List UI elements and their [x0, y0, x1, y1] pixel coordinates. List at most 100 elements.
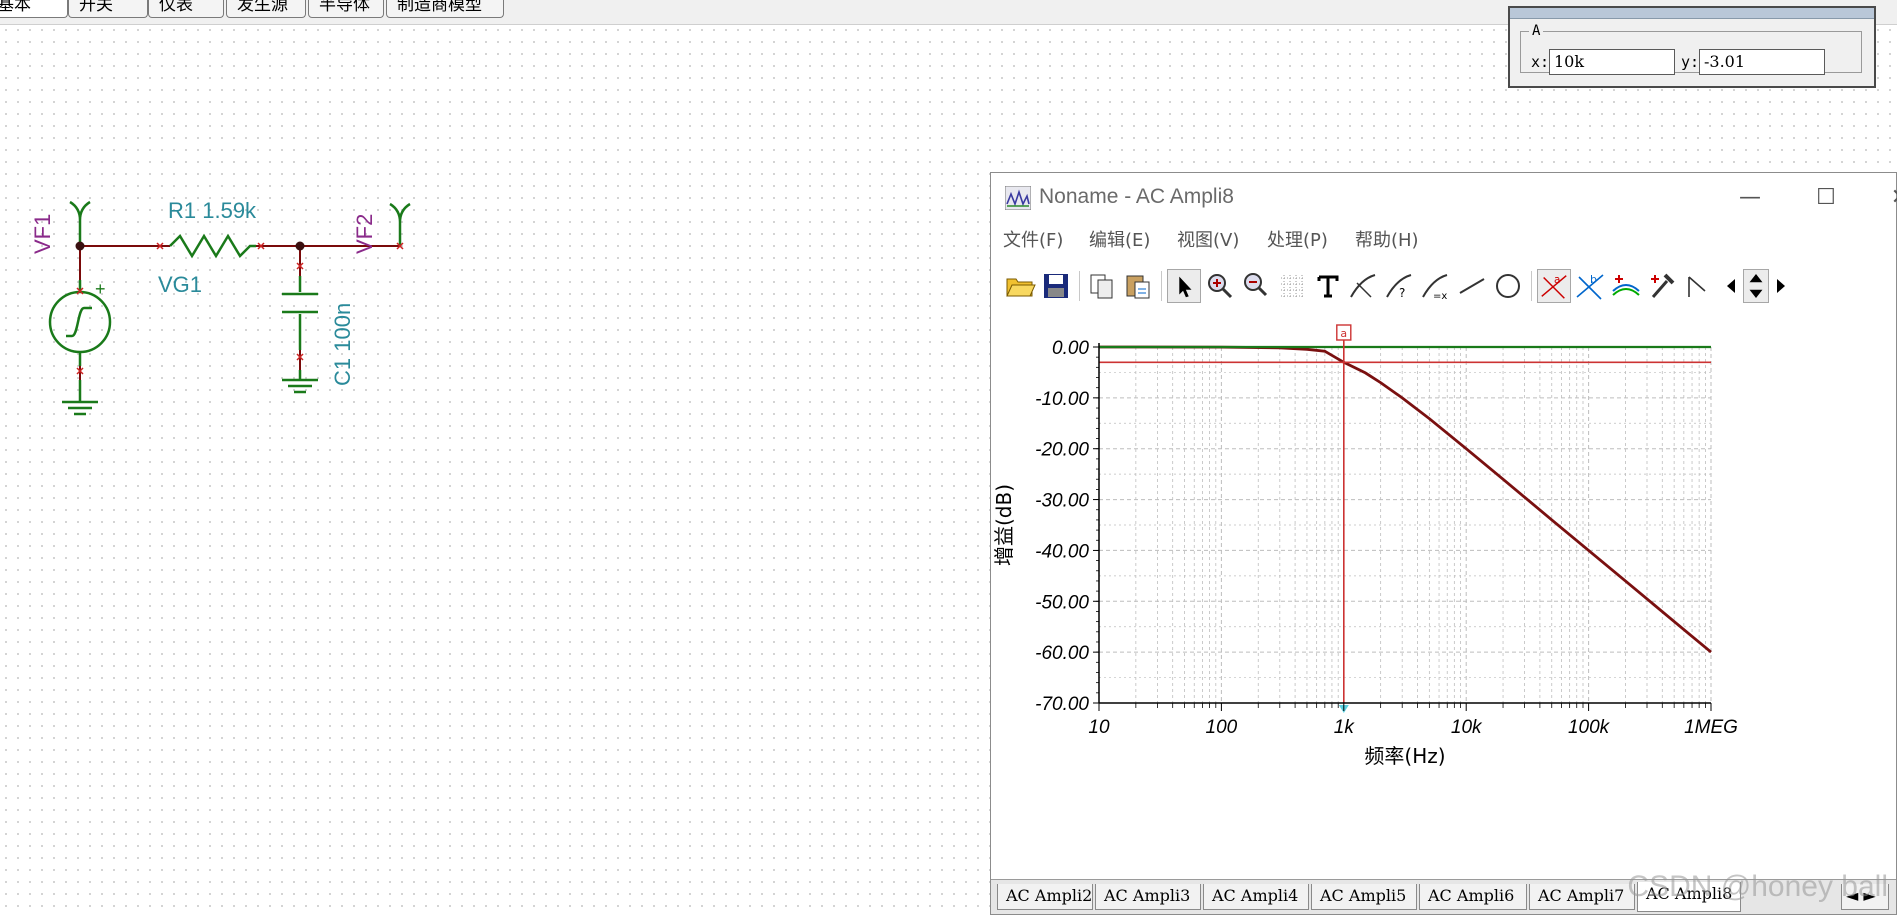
cursor-name: A: [1532, 23, 1541, 39]
y-tick-label: -10.00: [1035, 389, 1089, 410]
cursor-a-icon[interactable]: a: [1537, 269, 1571, 303]
window-titlebar[interactable]: Noname - AC Ampli8 — ☐ ✕: [991, 173, 1897, 223]
cursor-x-input[interactable]: 10k: [1549, 49, 1675, 75]
help-marker-icon[interactable]: ?: [1383, 269, 1417, 303]
tab-ac-ampli4[interactable]: AC Ampli4: [1203, 884, 1309, 910]
add-curve-icon[interactable]: [1609, 269, 1643, 303]
junction-dot-left: [75, 241, 85, 251]
tab-ac-ampli3[interactable]: AC Ampli3: [1095, 884, 1201, 910]
corner-icon[interactable]: [1681, 269, 1715, 303]
rc-lowpass-schematic: VF1 VF2 R1 1.59k VG1 C1 100n +: [30, 198, 411, 416]
comp-tab-meter[interactable]: 仪表: [148, 0, 224, 18]
equation-icon[interactable]: =x: [1419, 269, 1453, 303]
svg-text:=x: =x: [1433, 291, 1447, 302]
cursor-y-input[interactable]: -3.01: [1699, 49, 1825, 75]
save-icon[interactable]: [1039, 269, 1073, 303]
ac-analysis-window: Noname - AC Ampli8 — ☐ ✕ 文件(F) 编辑(E) 视图(…: [990, 172, 1897, 915]
y-tick-label: -60.00: [1035, 643, 1089, 664]
toolbar-separator: [1079, 271, 1080, 301]
comp-tab-source[interactable]: 发生源: [226, 0, 306, 18]
y-tick-label: -70.00: [1035, 694, 1089, 715]
bode-plot[interactable]: a 0.00 -10.00 -20.00 -30.00 -40.00 -50.00 -60.…: [991, 315, 1897, 875]
minimize-button[interactable]: —: [1730, 181, 1770, 215]
toolbar-separator: [1531, 271, 1532, 301]
junction-dot-right: [295, 241, 305, 251]
line-icon[interactable]: [1455, 269, 1489, 303]
tab-ac-ampli6[interactable]: AC Ampli6: [1419, 884, 1527, 910]
comp-tab-switch[interactable]: 开关: [68, 0, 148, 18]
copy-icon[interactable]: [1085, 269, 1119, 303]
y-tick-label: -50.00: [1035, 592, 1089, 613]
x-tick-label: 100k: [1568, 717, 1611, 738]
close-button[interactable]: ✕: [1880, 181, 1897, 215]
ground-source: [62, 380, 98, 416]
toolbar: ? =x a b: [991, 265, 1896, 307]
circle-icon[interactable]: [1491, 269, 1525, 303]
scroll-updown-icon[interactable]: [1743, 269, 1769, 303]
vg1-label: VG1: [158, 272, 202, 297]
text-icon[interactable]: [1311, 269, 1345, 303]
pointer-icon[interactable]: [1167, 269, 1201, 303]
grid-icon[interactable]: [1275, 269, 1309, 303]
maximize-button[interactable]: ☐: [1806, 181, 1846, 215]
svg-text:?: ?: [1399, 286, 1405, 300]
y-axis-label: 增益(dB): [992, 484, 1016, 566]
x-tick-label: 10k: [1451, 717, 1483, 738]
tab-ac-ampli7[interactable]: AC Ampli7: [1529, 884, 1635, 910]
svg-text:b: b: [1590, 273, 1597, 286]
marker-cursor-icon[interactable]: [1347, 269, 1381, 303]
x-tick-label: 10: [1088, 717, 1110, 738]
toolbar-separator: [1161, 271, 1162, 301]
menu-edit[interactable]: 编辑(E): [1089, 226, 1150, 252]
r1-label: R1 1.59k: [168, 198, 257, 223]
menu-view[interactable]: 视图(V): [1177, 226, 1239, 252]
svg-text:a: a: [1554, 274, 1560, 286]
menu-file[interactable]: 文件(F): [1003, 226, 1063, 252]
menubar: 文件(F) 编辑(E) 视图(V) 处理(P) 帮助(H): [991, 223, 1896, 253]
capacitor-c1[interactable]: [282, 276, 318, 350]
window-title: Noname - AC Ampli8: [1039, 185, 1234, 208]
tab-ac-ampli5[interactable]: AC Ampli5: [1311, 884, 1417, 910]
x-tick-label: 1MEG: [1684, 717, 1738, 738]
y-tick-label: -20.00: [1035, 440, 1089, 461]
comp-tab-manufacturer[interactable]: 制造商模型: [386, 0, 504, 18]
scroll-right-icon[interactable]: [1771, 269, 1791, 303]
zoom-in-icon[interactable]: [1203, 269, 1237, 303]
y-tick-label: -40.00: [1035, 541, 1089, 562]
cursor-panel-titlebar[interactable]: [1510, 8, 1874, 19]
ground-cap: [282, 370, 318, 394]
analysis-tab-bar: AC Ampli2 AC Ampli3 AC Ampli4 AC Ampli5 …: [991, 879, 1896, 914]
resistor-r1[interactable]: [169, 233, 256, 259]
tab-ac-ampli8[interactable]: AC Ampli8: [1637, 882, 1741, 912]
y-tick-label: -30.00: [1035, 491, 1089, 512]
comp-tab-semiconductor[interactable]: 半导体: [308, 0, 384, 18]
app-waveform-icon: [1005, 186, 1031, 210]
zoom-100-icon[interactable]: [1239, 269, 1273, 303]
cursor-b-icon[interactable]: b: [1573, 269, 1607, 303]
cursor-marker-label: a: [1340, 327, 1347, 340]
vf2-probe[interactable]: [389, 202, 411, 246]
scroll-left-icon[interactable]: [1721, 269, 1741, 303]
y-tick-label: 0.00: [1052, 338, 1089, 359]
x-label: x:: [1531, 53, 1550, 71]
source-plus-label: +: [95, 279, 106, 299]
vf1-label: VF1: [30, 214, 55, 254]
menu-help[interactable]: 帮助(H): [1355, 226, 1419, 252]
x-tick-label: 100: [1206, 717, 1238, 738]
paste-icon[interactable]: [1121, 269, 1155, 303]
cursor-readout-panel: A x: 10k y: -3.01: [1508, 6, 1876, 88]
probe-icon[interactable]: [1645, 269, 1679, 303]
vf2-label: VF2: [352, 214, 377, 254]
cursor-a-group: A x: 10k y: -3.01: [1520, 23, 1862, 75]
menu-process[interactable]: 处理(P): [1267, 226, 1328, 252]
y-label: y:: [1681, 53, 1700, 71]
comp-tab-basic[interactable]: 基本: [0, 0, 68, 18]
x-tick-label: 1k: [1334, 717, 1356, 738]
open-folder-icon[interactable]: [1003, 269, 1037, 303]
x-axis-label: 频率(Hz): [1364, 744, 1445, 768]
tab-scroll-arrows[interactable]: ◄ ►: [1841, 884, 1889, 910]
vf1-probe[interactable]: [69, 200, 91, 246]
plot-curves: a: [1098, 324, 1712, 713]
c1-label: C1 100n: [330, 303, 355, 386]
tab-ac-ampli2[interactable]: AC Ampli2: [997, 884, 1093, 910]
